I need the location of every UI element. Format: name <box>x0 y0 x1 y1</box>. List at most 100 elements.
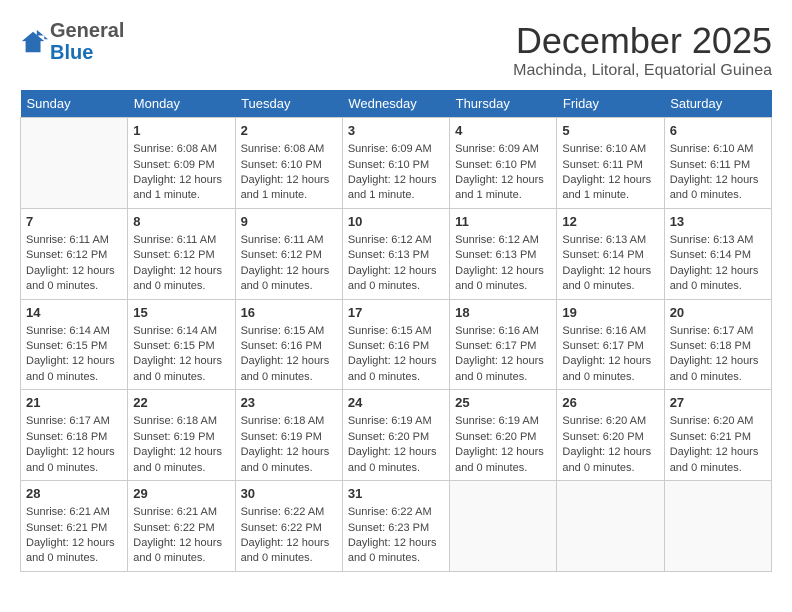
cell-info: Daylight: 12 hours and 1 minute. <box>455 173 551 204</box>
cell-info: Sunrise: 6:15 AM <box>348 324 444 339</box>
calendar-cell: 10Sunrise: 6:12 AMSunset: 6:13 PMDayligh… <box>342 208 449 299</box>
day-number: 3 <box>348 122 444 140</box>
cell-info: Daylight: 12 hours and 1 minute. <box>348 173 444 204</box>
cell-info: Sunrise: 6:22 AM <box>241 505 337 520</box>
calendar-header: SundayMondayTuesdayWednesdayThursdayFrid… <box>21 90 772 118</box>
cell-info: Daylight: 12 hours and 0 minutes. <box>562 354 658 385</box>
calendar-cell: 19Sunrise: 6:16 AMSunset: 6:17 PMDayligh… <box>557 299 664 390</box>
logo-general: General <box>50 20 124 42</box>
cell-info: Sunrise: 6:17 AM <box>670 324 766 339</box>
day-number: 20 <box>670 304 766 322</box>
cell-info: Daylight: 12 hours and 0 minutes. <box>26 445 122 476</box>
cell-info: Daylight: 12 hours and 0 minutes. <box>455 354 551 385</box>
day-number: 1 <box>133 122 229 140</box>
cell-info: Sunset: 6:22 PM <box>241 521 337 536</box>
day-number: 28 <box>26 485 122 503</box>
calendar-cell <box>557 481 664 572</box>
day-number: 13 <box>670 213 766 231</box>
cell-info: Sunrise: 6:19 AM <box>455 414 551 429</box>
day-number: 16 <box>241 304 337 322</box>
calendar-cell <box>450 481 557 572</box>
cell-info: Sunrise: 6:20 AM <box>670 414 766 429</box>
calendar-cell: 3Sunrise: 6:09 AMSunset: 6:10 PMDaylight… <box>342 118 449 209</box>
logo-icon <box>20 28 48 56</box>
cell-info: Sunrise: 6:12 AM <box>455 233 551 248</box>
cell-info: Sunset: 6:10 PM <box>241 158 337 173</box>
cell-info: Sunset: 6:20 PM <box>562 430 658 445</box>
calendar-cell: 9Sunrise: 6:11 AMSunset: 6:12 PMDaylight… <box>235 208 342 299</box>
day-number: 31 <box>348 485 444 503</box>
cell-info: Daylight: 12 hours and 0 minutes. <box>26 354 122 385</box>
cell-info: Sunset: 6:23 PM <box>348 521 444 536</box>
cell-info: Daylight: 12 hours and 1 minute. <box>133 173 229 204</box>
cell-info: Sunset: 6:15 PM <box>26 339 122 354</box>
calendar-cell: 27Sunrise: 6:20 AMSunset: 6:21 PMDayligh… <box>664 390 771 481</box>
cell-info: Daylight: 12 hours and 0 minutes. <box>562 264 658 295</box>
day-number: 15 <box>133 304 229 322</box>
cell-info: Sunset: 6:18 PM <box>26 430 122 445</box>
month-year: December 2025 <box>513 20 772 62</box>
calendar-cell: 4Sunrise: 6:09 AMSunset: 6:10 PMDaylight… <box>450 118 557 209</box>
cell-info: Sunset: 6:18 PM <box>670 339 766 354</box>
day-number: 23 <box>241 394 337 412</box>
week-row-4: 21Sunrise: 6:17 AMSunset: 6:18 PMDayligh… <box>21 390 772 481</box>
cell-info: Sunrise: 6:11 AM <box>241 233 337 248</box>
cell-info: Daylight: 12 hours and 0 minutes. <box>455 445 551 476</box>
cell-info: Sunrise: 6:11 AM <box>133 233 229 248</box>
cell-info: Sunset: 6:09 PM <box>133 158 229 173</box>
day-number: 25 <box>455 394 551 412</box>
calendar-cell <box>664 481 771 572</box>
cell-info: Sunrise: 6:08 AM <box>133 142 229 157</box>
day-number: 10 <box>348 213 444 231</box>
cell-info: Daylight: 12 hours and 0 minutes. <box>133 445 229 476</box>
calendar-cell: 16Sunrise: 6:15 AMSunset: 6:16 PMDayligh… <box>235 299 342 390</box>
cell-info: Sunrise: 6:10 AM <box>670 142 766 157</box>
day-number: 19 <box>562 304 658 322</box>
cell-info: Sunrise: 6:21 AM <box>26 505 122 520</box>
calendar-cell: 15Sunrise: 6:14 AMSunset: 6:15 PMDayligh… <box>128 299 235 390</box>
calendar-cell: 11Sunrise: 6:12 AMSunset: 6:13 PMDayligh… <box>450 208 557 299</box>
calendar-cell: 13Sunrise: 6:13 AMSunset: 6:14 PMDayligh… <box>664 208 771 299</box>
day-number: 21 <box>26 394 122 412</box>
week-row-3: 14Sunrise: 6:14 AMSunset: 6:15 PMDayligh… <box>21 299 772 390</box>
cell-info: Sunrise: 6:11 AM <box>26 233 122 248</box>
col-saturday: Saturday <box>664 90 771 118</box>
cell-info: Daylight: 12 hours and 0 minutes. <box>348 536 444 567</box>
cell-info: Daylight: 12 hours and 1 minute. <box>241 173 337 204</box>
cell-info: Daylight: 12 hours and 0 minutes. <box>670 445 766 476</box>
cell-info: Sunset: 6:10 PM <box>348 158 444 173</box>
day-number: 17 <box>348 304 444 322</box>
calendar-cell: 12Sunrise: 6:13 AMSunset: 6:14 PMDayligh… <box>557 208 664 299</box>
cell-info: Daylight: 12 hours and 0 minutes. <box>241 354 337 385</box>
cell-info: Sunrise: 6:14 AM <box>133 324 229 339</box>
cell-info: Sunset: 6:13 PM <box>348 248 444 263</box>
day-number: 8 <box>133 213 229 231</box>
logo: General Blue <box>20 20 124 64</box>
cell-info: Sunrise: 6:14 AM <box>26 324 122 339</box>
calendar-cell: 14Sunrise: 6:14 AMSunset: 6:15 PMDayligh… <box>21 299 128 390</box>
cell-info: Sunrise: 6:16 AM <box>455 324 551 339</box>
page-header: General Blue December 2025 Machinda, Lit… <box>20 20 772 80</box>
cell-info: Sunrise: 6:16 AM <box>562 324 658 339</box>
cell-info: Sunrise: 6:15 AM <box>241 324 337 339</box>
day-number: 12 <box>562 213 658 231</box>
cell-info: Daylight: 12 hours and 0 minutes. <box>26 536 122 567</box>
col-friday: Friday <box>557 90 664 118</box>
day-number: 4 <box>455 122 551 140</box>
cell-info: Sunrise: 6:21 AM <box>133 505 229 520</box>
week-row-5: 28Sunrise: 6:21 AMSunset: 6:21 PMDayligh… <box>21 481 772 572</box>
cell-info: Sunset: 6:17 PM <box>455 339 551 354</box>
day-number: 7 <box>26 213 122 231</box>
cell-info: Sunset: 6:12 PM <box>133 248 229 263</box>
calendar-cell: 24Sunrise: 6:19 AMSunset: 6:20 PMDayligh… <box>342 390 449 481</box>
calendar-cell: 21Sunrise: 6:17 AMSunset: 6:18 PMDayligh… <box>21 390 128 481</box>
calendar-cell: 29Sunrise: 6:21 AMSunset: 6:22 PMDayligh… <box>128 481 235 572</box>
cell-info: Sunrise: 6:09 AM <box>455 142 551 157</box>
calendar-cell: 23Sunrise: 6:18 AMSunset: 6:19 PMDayligh… <box>235 390 342 481</box>
cell-info: Daylight: 12 hours and 0 minutes. <box>241 536 337 567</box>
cell-info: Sunrise: 6:22 AM <box>348 505 444 520</box>
cell-info: Daylight: 12 hours and 0 minutes. <box>133 264 229 295</box>
cell-info: Sunset: 6:21 PM <box>26 521 122 536</box>
cell-info: Sunrise: 6:19 AM <box>348 414 444 429</box>
cell-info: Daylight: 12 hours and 0 minutes. <box>670 264 766 295</box>
